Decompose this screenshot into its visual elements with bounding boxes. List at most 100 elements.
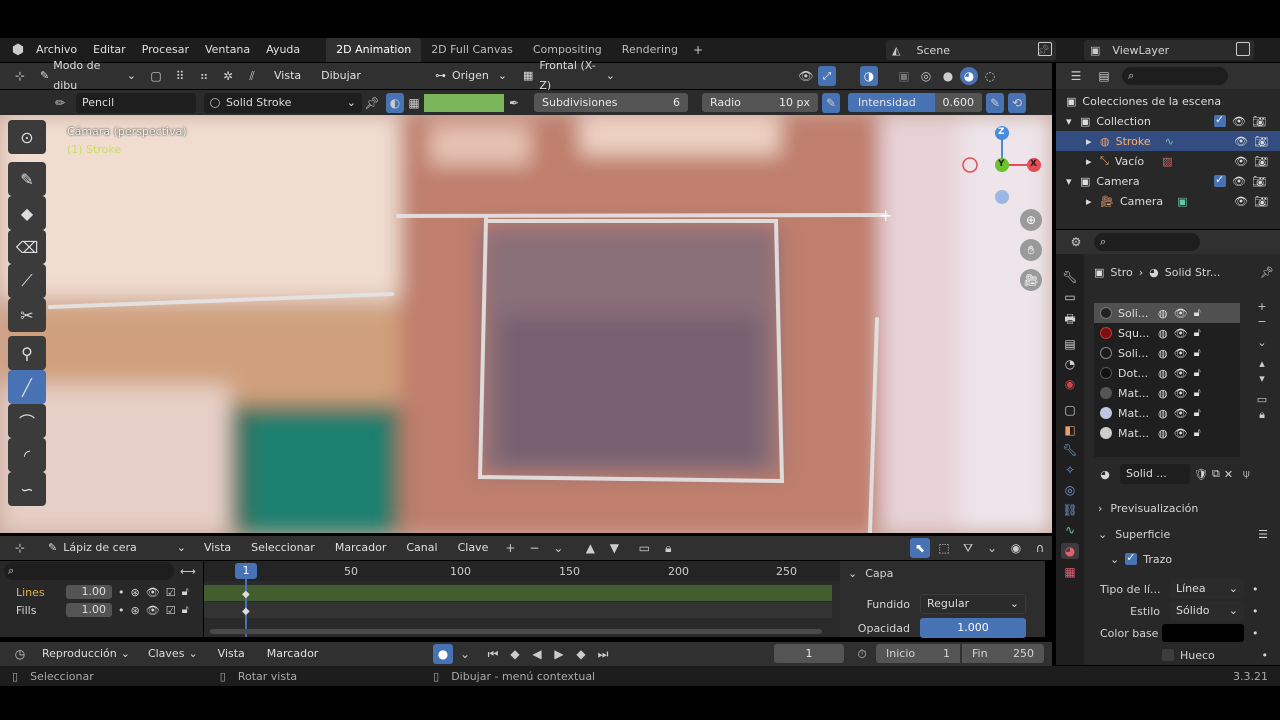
dot-icon[interactable]: • [118, 604, 125, 617]
camera-render-icon[interactable]: 📷︎ [1254, 195, 1268, 208]
base-color-swatch[interactable] [1162, 624, 1244, 642]
next-keyframe-icon[interactable]: ◆ [571, 644, 591, 664]
world-tab-icon[interactable]: ◉ [1065, 377, 1075, 391]
arc-tool-icon[interactable]: ◜ [8, 438, 46, 472]
keyframe-icon[interactable]: ◆ [242, 606, 250, 617]
mode-dropdown[interactable]: ✎ Modo de dibu ⌄ [34, 59, 142, 92]
lock-icon[interactable]: 🔓︎ [1194, 406, 1201, 420]
proportional-icon[interactable]: ◉ [1006, 538, 1026, 558]
active-material-field[interactable]: Solid ... [1120, 464, 1190, 484]
eye-icon[interactable]: 👁︎ [146, 586, 160, 599]
remove-slot-icon[interactable]: − [1257, 315, 1266, 328]
material-slot-4[interactable]: Mat... ◍ 👁︎ 🔓︎ [1094, 383, 1240, 403]
style-dropdown[interactable]: Sólido ⌄ [1170, 601, 1244, 621]
menu-ayuda[interactable]: Ayuda [258, 38, 308, 62]
pan-hand-icon[interactable]: ✋︎ [1020, 239, 1042, 261]
layer-panel-header[interactable]: ⌄ Capa [840, 561, 1045, 585]
select-segment-icon[interactable]: ⠶ [194, 66, 214, 86]
view-menu[interactable]: Vista [266, 64, 309, 88]
brush-name-field[interactable]: Pencil [76, 92, 196, 113]
eye-icon[interactable]: 👁︎ [1174, 327, 1188, 340]
expand-icon[interactable]: ▸ [1086, 195, 1100, 208]
physics-tab-icon[interactable]: ◎ [1065, 483, 1075, 497]
lock-icon[interactable]: 🔒︎ [1259, 408, 1265, 422]
eye-icon[interactable]: 👁︎ [1234, 195, 1248, 208]
pin-material-icon[interactable]: 📌︎ [362, 93, 382, 113]
collapse-icon[interactable]: ▾ [1066, 115, 1080, 128]
scene-tab-icon[interactable]: ◔ [1065, 357, 1075, 371]
prev-keyframe-icon[interactable]: ◆ [505, 644, 525, 664]
lock-icon[interactable]: 🔓︎ [1194, 366, 1201, 380]
dopesheet-menu-vista[interactable]: Vista [196, 536, 239, 560]
view-axis-dropdown[interactable]: ▦ Frontal (X-Z) ⌄ [516, 59, 621, 92]
fill-tool-icon[interactable]: ◆ [8, 196, 46, 230]
workspace-tab-2d-animation[interactable]: 2D Animation [326, 38, 422, 62]
erase-tool-icon[interactable]: ⌫ [8, 230, 46, 264]
material-slot-0[interactable]: Soli... ◍ 👁︎ 🔓︎ [1094, 303, 1240, 323]
editor-type-icon[interactable]: ⊹ [10, 66, 30, 86]
lock-icon[interactable]: 🔓︎ [1194, 306, 1201, 320]
multiframe-icon[interactable]: ✲ [218, 66, 238, 86]
horizontal-scrollbar[interactable] [210, 629, 822, 634]
lock-icon[interactable]: 🔓︎ [182, 603, 189, 617]
ghost-icon[interactable]: ◍ [1158, 307, 1168, 320]
lock-icon[interactable]: 🔓︎ [1194, 386, 1201, 400]
material-browse-icon[interactable]: ◕ [1094, 468, 1116, 481]
outliner-search-input[interactable]: ⌕ [1122, 67, 1228, 85]
opacity-slider[interactable]: 1.000 [920, 618, 1026, 638]
timeline-editor-icon[interactable]: ◷ [10, 644, 30, 664]
overlay-icon[interactable]: ◑ [860, 66, 878, 86]
line-tool-icon[interactable]: ╱ [8, 370, 46, 404]
ghost-icon[interactable]: ◍ [1158, 387, 1168, 400]
outliner-editor-icon[interactable]: ☰ [1066, 66, 1086, 86]
material-dropdown[interactable]: Solid Stroke ⌄ [204, 92, 362, 113]
eye-icon[interactable]: 👁︎ [1174, 367, 1188, 380]
playhead-frame[interactable]: 1 [235, 563, 257, 579]
curve-icon[interactable]: ∩ [1030, 538, 1050, 558]
keys-dropdown[interactable]: Claves ⌄ [141, 644, 204, 664]
camera-render-icon[interactable]: 📷︎ [1252, 115, 1266, 128]
channel-opacity-field[interactable]: 1.00 [66, 585, 112, 599]
stroke-placement-icon[interactable]: ⟲ [1008, 92, 1026, 113]
modifier-tab-icon[interactable]: 🔧︎ [1062, 443, 1077, 457]
view-layer-tab-icon[interactable]: ▤ [1064, 337, 1075, 351]
origin-dropdown[interactable]: ⊶ Origen ⌄ [428, 66, 513, 86]
playback-dropdown[interactable]: Reproducción ⌄ [36, 644, 136, 664]
chevron-down-icon[interactable]: ⌄ [982, 538, 1002, 558]
channel-search-input[interactable]: ⌕ [4, 562, 174, 580]
collection-tab-icon[interactable]: ▢ [1064, 403, 1075, 417]
render-tab-icon[interactable]: ▭ [1064, 290, 1075, 304]
material-slot-3[interactable]: Dot... ◍ 👁︎ 🔓︎ [1094, 363, 1240, 383]
zoom-icon[interactable]: ⊕ [1020, 209, 1042, 231]
line-type-dropdown[interactable]: Línea ⌄ [1170, 579, 1244, 599]
stopwatch-icon[interactable]: ⏱︎ [852, 644, 872, 664]
menu-procesar[interactable]: Procesar [134, 38, 197, 62]
dot-icon[interactable]: • [118, 586, 125, 599]
node-tree-icon[interactable]: ⍦ [1243, 467, 1250, 481]
eye-icon[interactable]: 👁︎ [1234, 135, 1248, 148]
eye-icon[interactable]: 👁︎ [146, 604, 160, 617]
checkbox-icon[interactable]: ☑ [166, 586, 176, 599]
layer-lock-icon[interactable]: 🔒︎ [658, 538, 678, 558]
eye-icon[interactable]: 👁︎ [1174, 387, 1188, 400]
stroke-color-swatch[interactable] [424, 93, 504, 112]
add-slot-icon[interactable]: + [1257, 300, 1266, 313]
pressure-radius-icon[interactable]: ✎ [822, 92, 840, 113]
keyframe-dot-icon[interactable]: • [1252, 605, 1259, 618]
wireframe-shading-icon[interactable]: ◎ [916, 66, 936, 86]
visibility-icon[interactable]: 👁︎ [796, 66, 816, 86]
ghost-icon[interactable]: ◍ [1158, 347, 1168, 360]
data-tab-icon[interactable]: ∿ [1065, 523, 1075, 537]
remove-layer-icon[interactable]: − [524, 538, 544, 558]
exclude-checkbox[interactable] [1214, 173, 1226, 187]
eye-icon[interactable]: 👁︎ [1232, 175, 1246, 188]
curve-tool-icon[interactable]: ∽ [8, 472, 46, 506]
lock-icon[interactable]: 🔓︎ [1194, 346, 1201, 360]
dopesheet-timeline-area[interactable]: 50 100 150 200 250 1 ◆ ◆ [204, 561, 840, 637]
output-tab-icon[interactable]: 🖶︎ [1064, 310, 1075, 331]
move-up-icon[interactable]: ▴ [1259, 357, 1265, 370]
display-mode-icon[interactable]: ▤ [1094, 66, 1114, 86]
viewport-3d[interactable]: Cámara (perspectiva) (1) Stroke + Z Y X … [0, 115, 1052, 533]
eye-icon[interactable]: 👁︎ [1174, 407, 1188, 420]
material-slot-1[interactable]: Squ... ◍ 👁︎ 🔓︎ [1094, 323, 1240, 343]
